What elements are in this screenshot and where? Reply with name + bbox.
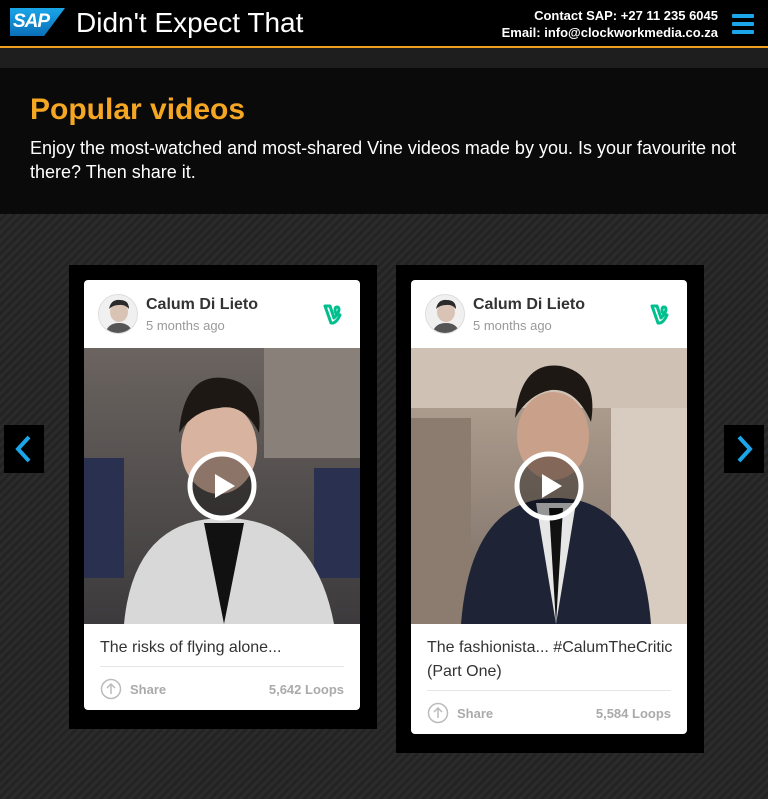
vine-logo-icon[interactable] — [322, 302, 346, 326]
share-label: Share — [130, 681, 167, 697]
page-title: Popular videos — [30, 93, 246, 126]
video-card[interactable]: Calum Di Lieto 5 months ago The fashioni… — [411, 280, 687, 734]
carousel-next-button[interactable] — [724, 425, 764, 473]
video-caption[interactable]: The fashionista... #CalumTheCritic (Part… — [427, 636, 677, 684]
author-name[interactable]: Calum Di Lieto — [146, 296, 258, 314]
card-divider — [427, 690, 671, 691]
share-label: Share — [457, 705, 494, 721]
vine-logo-icon[interactable] — [649, 302, 673, 326]
author-name[interactable]: Calum Di Lieto — [473, 296, 585, 314]
play-button-icon[interactable] — [186, 450, 258, 522]
play-button-icon[interactable] — [513, 450, 585, 522]
sap-logo-text: SAP — [13, 11, 50, 32]
carousel-prev-button[interactable] — [4, 425, 44, 473]
post-age: 5 months ago — [146, 318, 225, 333]
chevron-right-icon — [737, 435, 753, 463]
share-button[interactable]: Share — [427, 702, 493, 724]
share-button[interactable]: Share — [100, 678, 166, 700]
top-bar: SAP Didn't Expect That Contact SAP: +27 … — [0, 0, 768, 48]
avatar[interactable] — [425, 294, 465, 334]
loop-count: 5,642 Loops — [268, 682, 344, 697]
post-age: 5 months ago — [473, 318, 552, 333]
site-title: Didn't Expect That — [76, 7, 304, 38]
loop-count: 5,584 Loops — [595, 706, 671, 721]
share-icon — [427, 702, 449, 724]
video-player[interactable] — [84, 348, 360, 624]
video-card[interactable]: Calum Di Lieto 5 months ago The risks of… — [84, 280, 360, 710]
video-player[interactable] — [411, 348, 687, 624]
contact-email[interactable]: Email: info@clockworkmedia.co.za — [502, 24, 718, 41]
avatar[interactable] — [98, 294, 138, 334]
contact-phone: Contact SAP: +27 11 235 6045 — [534, 8, 718, 23]
hamburger-menu-icon[interactable] — [732, 14, 754, 34]
intro-panel: Popular videos Enjoy the most-watched an… — [0, 68, 768, 214]
video-caption[interactable]: The risks of flying alone... — [100, 636, 350, 660]
page-description: Enjoy the most-watched and most-shared V… — [30, 138, 737, 182]
sap-logo[interactable]: SAP — [10, 8, 65, 36]
card-divider — [100, 666, 344, 667]
contact-info: Contact SAP: +27 11 235 6045 Email: info… — [502, 7, 718, 41]
share-icon — [100, 678, 122, 700]
chevron-left-icon — [15, 435, 31, 463]
